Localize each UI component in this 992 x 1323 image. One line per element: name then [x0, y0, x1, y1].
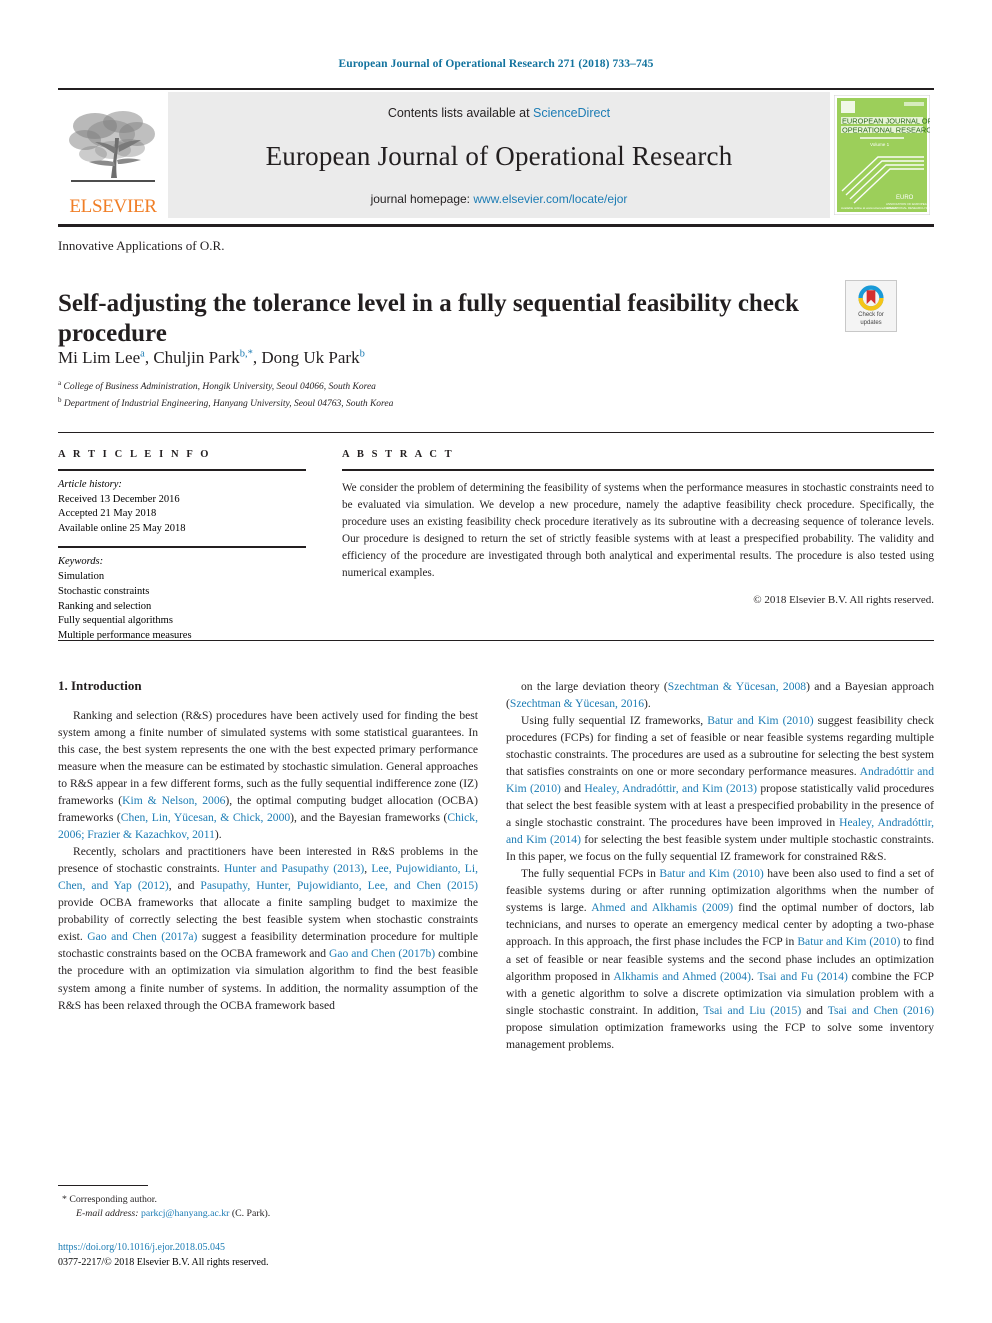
masthead-center: Contents lists available at ScienceDirec… [168, 92, 830, 218]
running-head: European Journal of Operational Research… [338, 58, 654, 70]
paragraph-right-0: on the large deviation theory (Szechtman… [506, 680, 934, 711]
affiliation-b-text: Department of Industrial Engineering, Ha… [63, 399, 394, 410]
abstract-text: We consider the problem of determining t… [342, 481, 934, 579]
paragraph-right-2: The fully sequential FCPs in Batur and K… [506, 867, 935, 1051]
keyword-4: Multiple performance measures [58, 630, 192, 642]
article-info-heading: A R T I C L E I N F O [58, 449, 212, 460]
crossmark-label-line2: updates [860, 319, 882, 326]
author-list: Mi Lim Leea, Chuljin Parkb,*, Dong Uk Pa… [58, 348, 365, 367]
corresponding-author-note: * Corresponding author. [58, 1193, 478, 1207]
contents-lists-line: Contents lists available at ScienceDirec… [388, 106, 610, 120]
keyword-3: Fully sequential algorithms [58, 615, 173, 627]
info-band-top-rule [58, 432, 934, 433]
keywords-label: Keywords: [58, 555, 104, 567]
journal-cover-thumbnail: EUROPEAN JOURNAL OF OPERATIONAL RESEARCH… [830, 92, 934, 218]
crossmark-label-line1: Check for [858, 312, 884, 318]
elsevier-wordmark: ELSEVIER [69, 196, 157, 217]
issn-copyright-line: 0377-2217/© 2018 Elsevier B.V. All right… [58, 1257, 269, 1268]
footnote-block: * Corresponding author. E-mail address: … [58, 1185, 478, 1221]
journal-homepage-line: journal homepage: www.elsevier.com/locat… [371, 192, 628, 206]
affiliation-b: b Department of Industrial Engineering, … [58, 395, 394, 410]
paragraph-left-0: Ranking and selection (R&S) procedures h… [58, 709, 478, 842]
abstract-heading: A B S T R A C T [342, 449, 455, 460]
corresponding-label: Corresponding author. [69, 1194, 157, 1205]
info-band-bottom-rule [58, 640, 934, 641]
svg-text:EUROPEAN JOURNAL OF: EUROPEAN JOURNAL OF [842, 116, 930, 125]
contents-prefix: Contents lists available at [387, 106, 534, 120]
email-label: E-mail address: [76, 1208, 139, 1220]
paragraph-right-1: Using fully sequential IZ frameworks, Ba… [506, 714, 935, 864]
affiliation-a: a College of Business Administration, Ho… [58, 379, 376, 393]
keywords-block: Keywords: Simulation Stochastic constrai… [58, 555, 306, 644]
corresponding-marker: * [62, 1194, 67, 1205]
svg-text:Volume 1: Volume 1 [870, 142, 890, 147]
body-column-left: 1. Introduction Ranking and selection (R… [58, 678, 478, 1014]
article-info-rule-1 [58, 469, 306, 471]
crossmark-icon [858, 285, 884, 311]
journal-homepage-link[interactable]: www.elsevier.com/locate/ejor [473, 192, 627, 206]
email-owner: (C. Park). [231, 1208, 271, 1220]
svg-text:OPERATIONAL RESEARCH: OPERATIONAL RESEARCH [842, 125, 930, 134]
svg-text:Available online at www.scienc: Available online at www.sciencedirect.co… [841, 206, 898, 210]
affiliation-a-text: College of Business Administration, Hong… [63, 382, 376, 393]
doi-link[interactable]: https://doi.org/10.1016/j.ejor.2018.05.0… [58, 1240, 268, 1255]
article-info-column: A R T I C L E I N F O Article history: R… [58, 449, 306, 644]
article-info-rule-2 [58, 546, 306, 548]
elsevier-tree-icon [65, 104, 161, 196]
history-item-2: Available online 25 May 2018 [58, 523, 186, 535]
abstract-copyright: © 2018 Elsevier B.V. All rights reserved… [753, 593, 934, 606]
article-section-label: Innovative Applications of O.R. [58, 238, 225, 253]
page-title: Self-adjusting the tolerance level in a … [58, 289, 799, 348]
masthead-bottom-rule [58, 224, 934, 227]
body-column-right: on the large deviation theory (Szechtman… [506, 678, 934, 1053]
footnote-rule [58, 1185, 148, 1186]
doi-block: https://doi.org/10.1016/j.ejor.2018.05.0… [58, 1240, 268, 1270]
svg-text:EURO: EURO [896, 195, 914, 201]
elsevier-logo: ELSEVIER [58, 92, 168, 218]
abstract-rule [342, 469, 934, 471]
introduction-heading: 1. Introduction [58, 678, 142, 693]
email-note: E-mail address: parkcj@hanyang.ac.kr (C.… [58, 1207, 478, 1221]
article-history-label: Article history: [58, 478, 122, 490]
crossmark-label: Check for updates [858, 312, 884, 327]
keyword-2: Ranking and selection [58, 600, 152, 612]
affiliation-list: a College of Business Administration, Ho… [58, 378, 393, 412]
article-history-block: Article history: Received 13 December 20… [58, 478, 306, 538]
keyword-0: Simulation [58, 570, 105, 582]
homepage-prefix: journal homepage: [370, 192, 474, 206]
abstract-column: A B S T R A C T We consider the problem … [342, 449, 934, 606]
journal-title: European Journal of Operational Research [265, 140, 733, 171]
paragraph-left-1: Recently, scholars and practitioners hav… [58, 845, 479, 1012]
history-item-0: Received 13 December 2016 [58, 493, 180, 505]
masthead-top-rule [58, 88, 934, 90]
history-item-1: Accepted 21 May 2018 [58, 508, 157, 520]
sciencedirect-link[interactable]: ScienceDirect [533, 106, 610, 120]
email-link[interactable]: parkcj@hanyang.ac.kr [141, 1208, 229, 1219]
crossmark-badge[interactable]: Check for updates [845, 280, 897, 332]
keyword-1: Stochastic constraints [58, 585, 150, 597]
journal-masthead: ELSEVIER Contents lists available at Sci… [58, 92, 934, 218]
